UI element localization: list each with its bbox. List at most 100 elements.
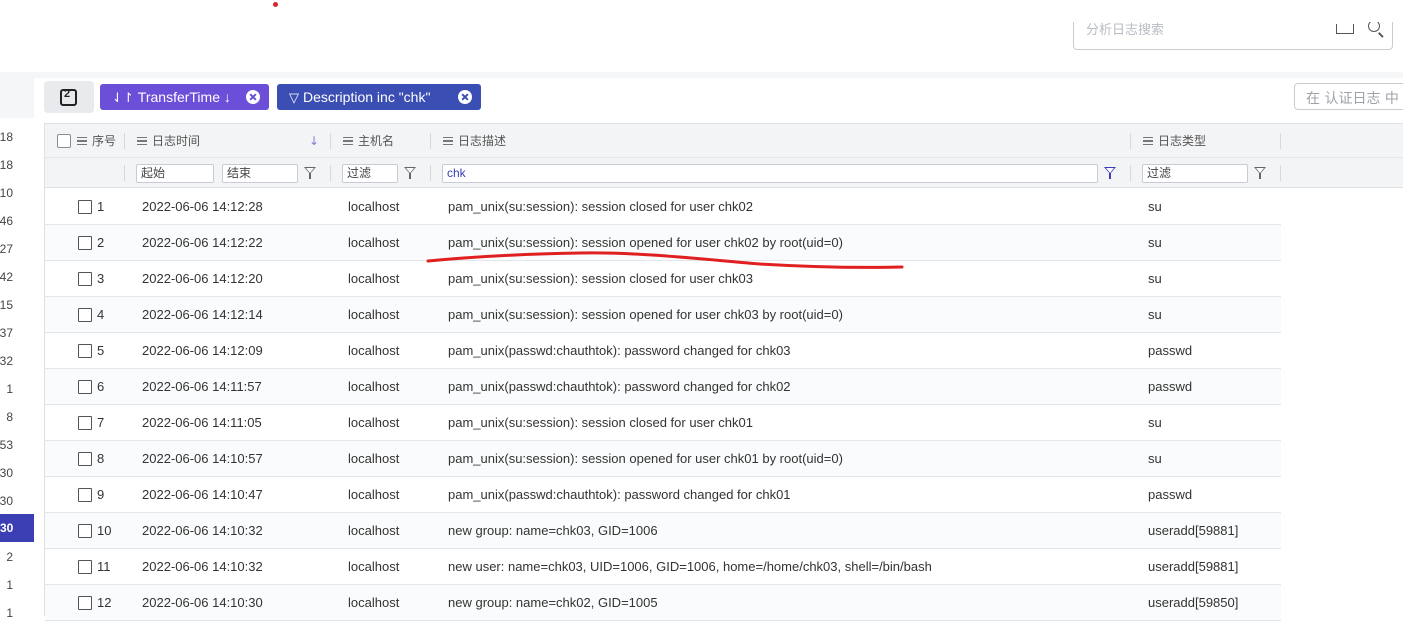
row-type: su [1148,235,1162,250]
table-row[interactable]: 7 2022-06-06 14:11:05 localhost pam_unix(su… [45,405,1281,441]
menu-icon [77,137,87,145]
search-icon[interactable] [1368,22,1380,32]
column-count-button[interactable]: 2 [44,81,94,113]
left-count-item[interactable]: 8 [6,410,13,424]
left-count-item[interactable]: 32 [0,354,13,368]
row-time: 2022-06-06 14:10:57 [142,451,263,466]
app-root: 分析日志搜索 18 18 10 46 27 42 15 37 32 1 8 53 30 30 30 2 1 1 2… [0,0,1403,626]
time-start-filter[interactable]: 起始 [136,164,214,183]
row-index: 7 [97,415,105,430]
filter-icon[interactable] [404,167,416,179]
row-time: 2022-06-06 14:10:30 [142,595,263,610]
row-checkbox[interactable] [78,596,92,610]
column-divider[interactable] [330,133,331,149]
column-count-icon: 2 [60,88,77,106]
row-checkbox[interactable] [78,272,92,286]
row-index: 12 [97,595,112,610]
table-row[interactable]: 11 2022-06-06 14:10:32 localhost new user: … [45,549,1281,585]
column-divider[interactable] [1280,133,1281,149]
sort-desc-icon[interactable]: ↓ [309,124,319,158]
top-search-placeholder: 分析日志搜索 [1086,23,1165,38]
table-row[interactable]: 6 2022-06-06 14:11:57 localhost pam_unix(pa… [45,369,1281,405]
sort-chip[interactable]: ⇃↾ TransferTime ↓ [100,84,269,110]
row-host: localhost [348,235,400,250]
row-desc: pam_unix(passwd:chauthtok): password cha… [448,379,791,394]
left-count-item[interactable]: 27 [0,242,13,256]
header-host[interactable]: 主机名 [343,124,394,158]
time-end-filter[interactable]: 结束 [222,164,298,183]
left-count-item[interactable]: 1 [6,606,13,620]
row-index: 1 [97,199,105,214]
table-row[interactable]: 9 2022-06-06 14:10:47 localhost pam_unix(pa… [45,477,1281,513]
top-search-input[interactable]: 分析日志搜索 [1073,22,1393,50]
row-host: localhost [348,595,400,610]
column-divider[interactable] [430,133,431,149]
row-time: 2022-06-06 14:10:47 [142,487,263,502]
table-row[interactable]: 8 2022-06-06 14:10:57 localhost pam_unix(su… [45,441,1281,477]
left-count-item[interactable]: 2 [6,550,13,564]
column-divider[interactable] [124,133,125,149]
left-count-item[interactable]: 18 [0,130,13,144]
row-checkbox[interactable] [78,416,92,430]
left-count-item[interactable]: 18 [0,158,13,172]
type-filter[interactable]: 过滤 [1142,164,1248,183]
left-count-item[interactable]: 1 [6,382,13,396]
row-index: 11 [97,559,111,574]
filter-chip[interactable]: ▽ Description inc "chk" [277,84,481,110]
header-type[interactable]: 日志类型 [1143,124,1206,158]
table-row[interactable]: 2 2022-06-06 14:12:22 localhost pam_unix(su… [45,225,1281,261]
table-search-placeholder: 在 认证日志 中 [1306,91,1399,107]
row-desc: pam_unix(su:session): session opened for… [448,235,843,250]
filter-icon[interactable] [1254,167,1266,179]
row-time: 2022-06-06 14:10:32 [142,559,263,574]
row-checkbox[interactable] [78,452,92,466]
table-row[interactable]: 10 2022-06-06 14:10:32 localhost new group:… [45,513,1281,549]
row-index: 5 [97,343,105,358]
left-count-item[interactable]: 46 [0,214,13,228]
left-count-item[interactable]: 37 [0,326,13,340]
left-count-item[interactable]: 1 [6,578,13,592]
table-row[interactable]: 12 2022-06-06 14:10:30 localhost new group:… [45,585,1281,621]
calendar-icon[interactable] [1336,24,1354,34]
row-checkbox[interactable] [78,488,92,502]
close-icon[interactable] [246,90,260,104]
table-row[interactable]: 1 2022-06-06 14:12:28 localhost pam_unix(su… [45,189,1281,225]
row-desc: pam_unix(su:session): session opened for… [448,451,843,466]
close-icon[interactable] [458,90,472,104]
table-row[interactable]: 5 2022-06-06 14:12:09 localhost pam_unix(pa… [45,333,1281,369]
left-count-item[interactable]: 42 [0,270,13,284]
left-count-item[interactable]: 30 [0,494,13,508]
row-checkbox[interactable] [78,560,92,574]
header-time[interactable]: 日志时间 [137,124,200,158]
table-search-input[interactable]: 在 认证日志 中 [1294,83,1403,110]
row-checkbox[interactable] [78,200,92,214]
desc-filter[interactable]: chk [442,164,1098,183]
left-count-item[interactable]: 53 [0,438,13,452]
filter-icon: ▽ [289,90,299,105]
row-checkbox[interactable] [78,524,92,538]
row-type: useradd[59850] [1148,595,1239,610]
header-desc[interactable]: 日志描述 [443,124,506,158]
left-count-item[interactable]: 15 [0,298,13,312]
table-row[interactable]: 3 2022-06-06 14:12:20 localhost pam_unix(su… [45,261,1281,297]
table-row[interactable]: 4 2022-06-06 14:12:14 localhost pam_unix(su… [45,297,1281,333]
row-checkbox[interactable] [78,236,92,250]
row-checkbox[interactable] [78,344,92,358]
select-all-checkbox[interactable] [57,134,71,148]
left-count-item[interactable]: 30 [0,466,13,480]
left-count-item[interactable]: 30 [0,514,34,542]
column-divider[interactable] [1130,133,1131,149]
header-index[interactable]: 序号 [77,124,116,158]
filter-icon[interactable] [304,167,316,179]
menu-icon [343,137,353,145]
row-time: 2022-06-06 14:12:14 [142,307,263,322]
row-type: su [1148,415,1162,430]
row-desc: pam_unix(passwd:chauthtok): password cha… [448,487,791,502]
filter-active-icon[interactable] [1104,167,1116,179]
row-host: localhost [348,451,400,466]
host-filter[interactable]: 过滤 [342,164,398,183]
row-desc: pam_unix(su:session): session closed for… [448,271,753,286]
row-checkbox[interactable] [78,308,92,322]
row-checkbox[interactable] [78,380,92,394]
left-count-item[interactable]: 10 [0,186,13,200]
